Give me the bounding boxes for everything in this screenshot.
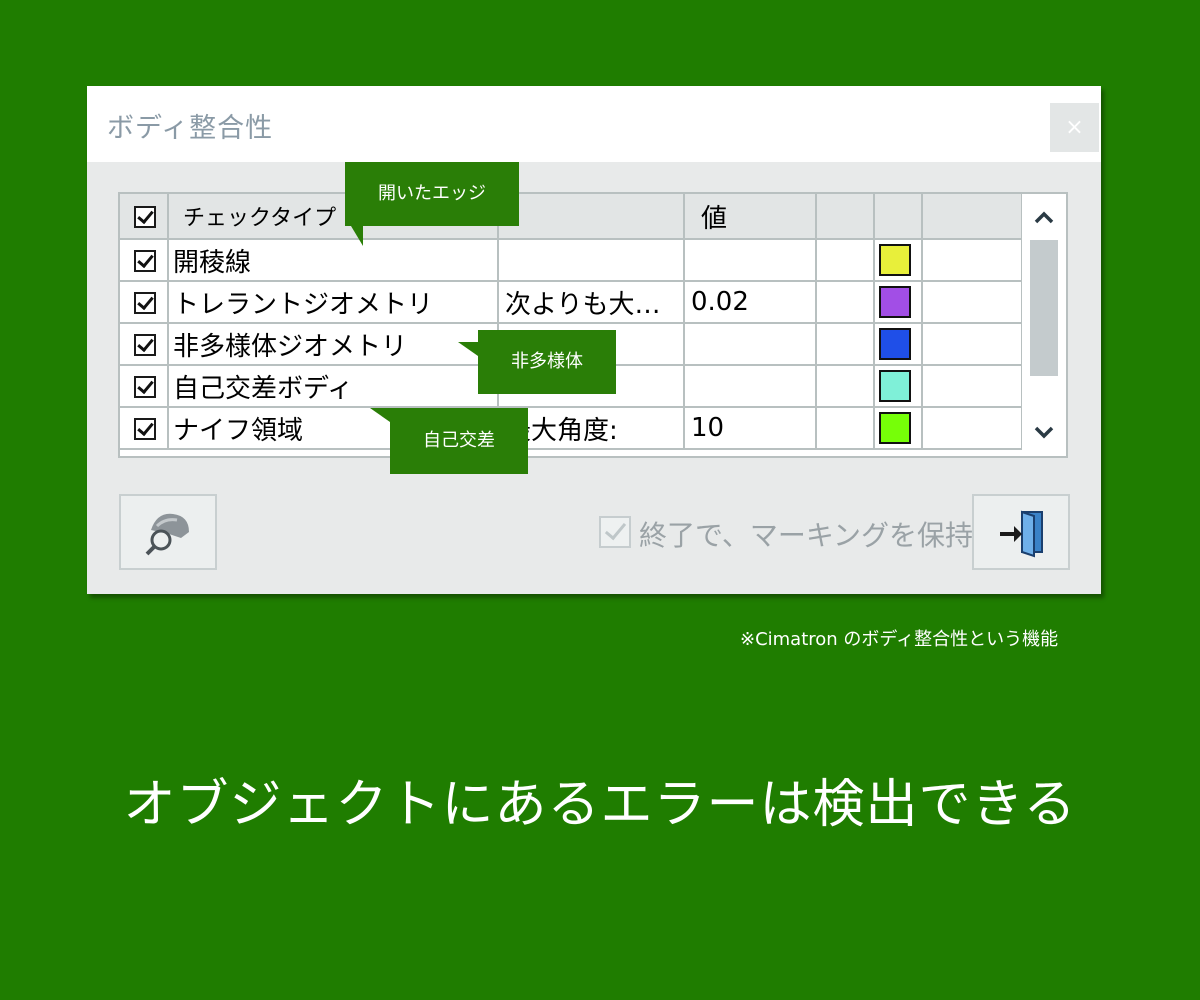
value-cell[interactable]: 0.02 bbox=[685, 287, 749, 317]
color-swatch[interactable] bbox=[879, 370, 911, 402]
condition-label bbox=[499, 245, 505, 275]
exit-button[interactable] bbox=[972, 494, 1070, 570]
dialog-title: ボディ整合性 bbox=[107, 113, 274, 144]
inspect-button[interactable] bbox=[119, 494, 217, 570]
scrollbar-thumb[interactable] bbox=[1030, 240, 1058, 376]
check-type-label: ナイフ領域 bbox=[173, 415, 304, 446]
header-empty-1 bbox=[816, 194, 875, 240]
magnifier-body-icon bbox=[145, 513, 189, 556]
tooltip-self-intersect: 自己交差 bbox=[370, 408, 528, 474]
table-header-row: チェックタイプ 値 bbox=[120, 194, 1023, 240]
tooltip-open-edge: 開いたエッジ bbox=[345, 162, 519, 246]
check-type-label: トレラントジオメトリ bbox=[173, 289, 434, 320]
value-cell[interactable] bbox=[685, 329, 691, 359]
header-value[interactable]: 値 bbox=[684, 194, 817, 240]
footnote: ※Cimatron のボディ整合性という機能 bbox=[740, 629, 1059, 650]
check-type-label: 非多様体ジオメトリ bbox=[173, 331, 408, 362]
keep-marking-label: 終了で、マーキングを保持 bbox=[639, 519, 974, 552]
row-checkbox[interactable] bbox=[134, 291, 156, 314]
value-cell[interactable] bbox=[685, 245, 691, 275]
chevron-down-icon[interactable] bbox=[1022, 410, 1066, 454]
row-checkbox[interactable] bbox=[134, 249, 156, 272]
check-type-label: 自己交差ボディ bbox=[173, 373, 354, 404]
table-row[interactable]: ナイフ領域 最大角度: 10 bbox=[120, 407, 1023, 450]
row-checkbox[interactable] bbox=[134, 375, 156, 398]
check-table: チェックタイプ 値 開稜線 トレラントジオメトリ 次よりも大… 0.02 非多様… bbox=[120, 194, 1023, 450]
color-swatch[interactable] bbox=[879, 328, 911, 360]
headline: オブジェクトにあるエラーは検出できる bbox=[123, 775, 1077, 835]
color-swatch[interactable] bbox=[879, 412, 911, 444]
check-grid: チェックタイプ 値 開稜線 トレラントジオメトリ 次よりも大… 0.02 非多様… bbox=[118, 192, 1068, 458]
dialog-titlebar: ボディ整合性 × bbox=[87, 86, 1101, 162]
header-condition[interactable] bbox=[498, 194, 685, 240]
vertical-scrollbar[interactable] bbox=[1022, 194, 1066, 456]
header-empty-2 bbox=[922, 194, 1023, 240]
select-all-checkbox[interactable] bbox=[134, 205, 156, 228]
color-swatch[interactable] bbox=[879, 244, 911, 276]
check-type-label: 開稜線 bbox=[173, 247, 252, 278]
header-select-all[interactable] bbox=[120, 194, 169, 240]
exit-door-icon bbox=[1000, 510, 1043, 558]
tooltip-non-manifold: 非多様体 bbox=[458, 330, 616, 394]
row-checkbox[interactable] bbox=[134, 417, 156, 440]
table-row[interactable]: 開稜線 bbox=[120, 239, 1023, 282]
close-icon: × bbox=[1065, 115, 1084, 140]
keep-marking-checkbox[interactable] bbox=[599, 516, 631, 548]
chevron-up-icon[interactable] bbox=[1022, 196, 1066, 240]
table-row[interactable]: トレラントジオメトリ 次よりも大… 0.02 bbox=[120, 281, 1023, 324]
close-button[interactable]: × bbox=[1050, 103, 1099, 152]
header-color bbox=[874, 194, 923, 240]
value-cell[interactable]: 10 bbox=[685, 413, 724, 443]
value-cell[interactable] bbox=[685, 371, 691, 401]
condition-label: 次よりも大… bbox=[505, 289, 661, 320]
color-swatch[interactable] bbox=[879, 286, 911, 318]
row-checkbox[interactable] bbox=[134, 333, 156, 356]
